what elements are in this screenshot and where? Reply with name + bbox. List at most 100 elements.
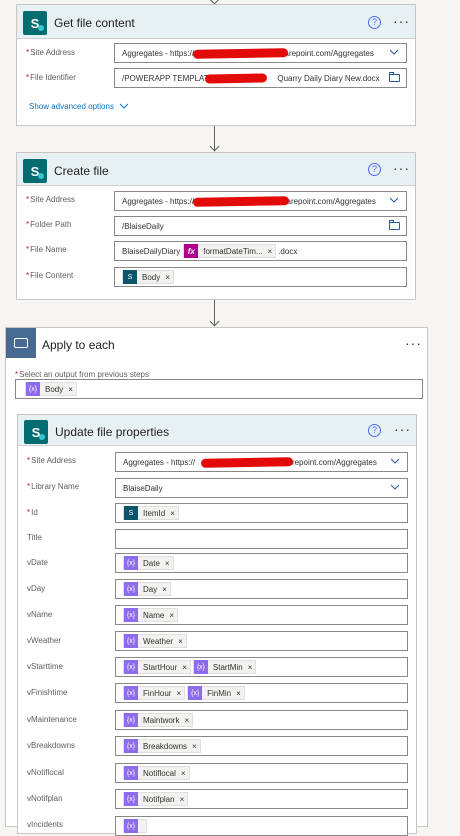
remove-token-icon[interactable]: × [162,585,167,594]
help-icon[interactable]: ? [368,16,381,29]
dynamic-content-token[interactable]: {x} Weather × [123,634,187,648]
action-title[interactable]: Apply to each [42,338,115,352]
folder-icon[interactable] [389,220,400,230]
redaction-mark [200,457,294,468]
sharepoint-icon: S [23,159,47,183]
create-file-header[interactable]: S Create file ? ··· [17,153,415,186]
vname-field[interactable]: {x} Name × [115,605,408,625]
variable-icon: {x} [124,792,138,806]
vmaintenance-field[interactable]: {x} Maintwork × [115,710,408,730]
vbreakdowns-field[interactable]: {x} Breakdowns × [115,736,408,756]
vstarttime-field[interactable]: {x} StartHour × {x} StartMin × [115,657,408,677]
sharepoint-token-icon: S [123,270,137,284]
site-address-label: *Site Address [26,48,76,57]
chevron-down-icon[interactable] [390,196,398,204]
fx-icon: fx [184,244,199,258]
action-title[interactable]: Update file properties [55,425,169,439]
dynamic-content-token[interactable]: {x} FinHour × [123,686,186,700]
vnotiflocal-field[interactable]: {x} Notiflocal × [115,763,408,783]
variable-icon: {x} [124,582,138,596]
remove-token-icon[interactable]: × [68,385,73,394]
dynamic-content-token[interactable]: {x} Notifplan × [123,792,189,806]
dynamic-content-token[interactable]: {x} StartMin × [192,660,257,674]
vdate-field[interactable]: {x} Date × [115,553,408,573]
file-identifier-label: *File Identifier [26,73,76,82]
remove-token-icon[interactable]: × [176,689,181,698]
select-output-label: *Select an output from previous steps [15,370,149,379]
connector-arrow [209,316,220,327]
redaction-mark [192,196,290,207]
vincidents-field[interactable]: {x} [115,816,408,836]
dynamic-content-token[interactable]: {x} Body × [25,382,77,396]
dynamic-content-token[interactable]: {x} FinMin × [187,686,245,700]
remove-token-icon[interactable]: × [170,509,175,518]
remove-token-icon[interactable]: × [165,273,170,282]
update-file-properties-header[interactable]: S Update file properties ? ··· [18,415,416,446]
vname-label: vName [27,610,53,619]
apply-to-each-header[interactable]: Apply to each ··· [6,328,427,358]
variable-icon: {x} [124,819,138,833]
dynamic-content-token[interactable]: {x} Breakdowns × [123,739,201,753]
id-label: *Id [27,508,38,517]
title-label: Title [27,533,42,542]
chevron-down-icon [119,103,129,109]
dynamic-content-token[interactable]: {x} Date × [123,556,174,570]
variable-icon: {x} [26,382,40,396]
vfinishtime-field[interactable]: {x} FinHour × {x} FinMin × [115,683,408,703]
more-options-icon[interactable]: ··· [393,14,410,28]
remove-token-icon[interactable]: × [268,247,273,256]
folder-path-field[interactable]: /BlaiseDaily [114,216,407,236]
file-name-field[interactable]: BlaiseDailyDiary fx formatDateTim... × .do… [114,241,407,261]
action-title[interactable]: Create file [54,164,109,178]
dynamic-content-token[interactable]: {x} StartHour × [123,660,191,674]
dynamic-content-token[interactable]: S ItemId × [123,506,179,520]
chevron-down-icon[interactable] [391,457,399,465]
get-file-content-header[interactable]: S Get file content ? ··· [17,5,415,39]
create-file-card[interactable]: S Create file ? ··· *Site Address Aggreg… [16,152,416,300]
apply-to-each-card[interactable]: Apply to each ··· *Select an output from… [5,327,428,836]
vnotifplan-field[interactable]: {x} Notifplan × [115,789,408,809]
more-options-icon[interactable]: ··· [393,161,410,175]
vday-field[interactable]: {x} Day × [115,579,408,599]
dynamic-content-token[interactable]: S Body × [122,270,174,284]
get-file-content-card[interactable]: S Get file content ? ··· *Site Address A… [16,4,416,126]
remove-token-icon[interactable]: × [184,716,189,725]
title-field[interactable] [115,529,408,549]
dynamic-content-token[interactable]: {x} Day × [123,582,171,596]
remove-token-icon[interactable]: × [182,663,187,672]
help-icon[interactable]: ? [368,424,381,437]
expression-token[interactable]: fx formatDateTim... × [183,244,277,258]
dynamic-content-token[interactable]: {x} Name × [123,608,179,622]
more-options-icon[interactable]: ··· [394,422,411,436]
remove-token-icon[interactable]: × [165,559,170,568]
file-content-field[interactable]: S Body × [114,267,407,287]
chevron-down-icon[interactable] [390,48,398,56]
id-field[interactable]: S ItemId × [115,503,408,523]
remove-token-icon[interactable]: × [180,795,185,804]
chevron-down-icon[interactable] [391,483,399,491]
vweather-label: vWeather [27,636,62,645]
remove-token-icon[interactable]: × [178,637,183,646]
vweather-field[interactable]: {x} Weather × [115,631,408,651]
remove-token-icon[interactable]: × [192,742,197,751]
update-file-properties-card[interactable]: S Update file properties ? ··· *Site Add… [17,414,417,836]
remove-token-icon[interactable]: × [248,663,253,672]
folder-icon[interactable] [389,72,400,82]
variable-icon: {x} [124,739,138,753]
show-advanced-options-link[interactable]: Show advanced options [29,102,129,111]
library-name-dropdown[interactable]: BlaiseDaily [115,478,408,498]
dynamic-content-token[interactable]: {x} Maintwork × [123,713,194,727]
action-title[interactable]: Get file content [54,16,135,30]
site-address-label: *Site Address [27,456,77,465]
remove-token-icon[interactable]: × [181,769,186,778]
remove-token-icon[interactable]: × [169,611,174,620]
dynamic-content-token[interactable]: {x} [123,819,147,833]
dynamic-content-token[interactable]: {x} Notiflocal × [123,766,190,780]
help-icon[interactable]: ? [368,163,381,176]
remove-token-icon[interactable]: × [236,689,241,698]
vday-label: vDay [27,584,46,593]
select-output-field[interactable]: {x} Body × [15,379,423,399]
redaction-mark [204,73,268,84]
vdate-label: vDate [27,558,48,567]
more-options-icon[interactable]: ··· [405,336,422,350]
